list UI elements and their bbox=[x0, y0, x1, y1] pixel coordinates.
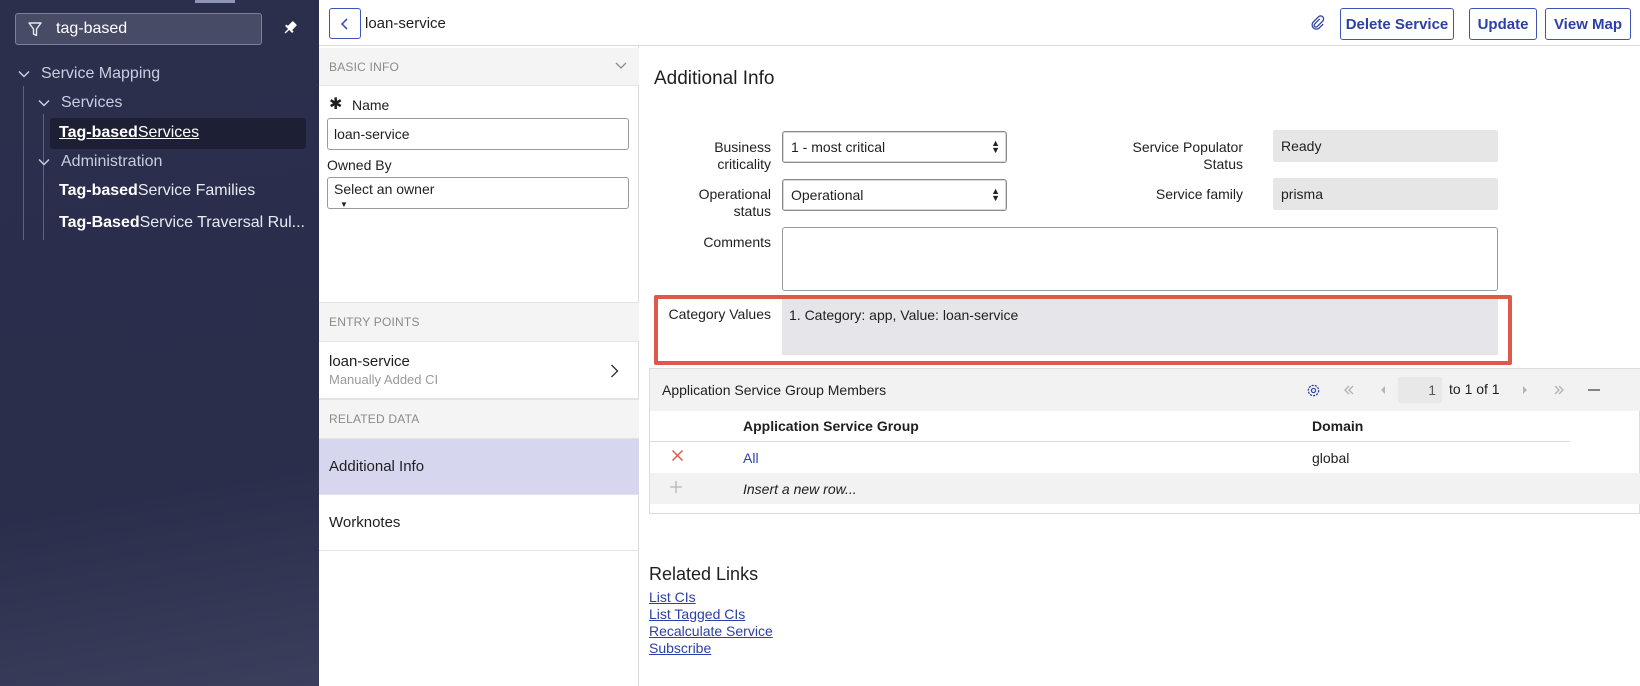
app-root: tag-based Service Mapping Services Tag-b… bbox=[0, 0, 1640, 686]
back-button[interactable] bbox=[329, 8, 361, 39]
comments-textarea[interactable] bbox=[782, 227, 1498, 291]
last-page-icon[interactable] bbox=[1552, 383, 1566, 397]
sidebar: tag-based Service Mapping Services Tag-b… bbox=[0, 0, 319, 686]
service-family-value: prisma bbox=[1273, 178, 1498, 210]
nav-additional-info[interactable]: Additional Info bbox=[319, 439, 639, 495]
chevron-down-icon bbox=[38, 99, 50, 107]
nav-tag-based-service-families[interactable]: Tag-based Service Families bbox=[59, 182, 255, 200]
next-page-icon[interactable] bbox=[1518, 383, 1532, 397]
nav-label-bold: Tag-based bbox=[59, 124, 138, 141]
related-list: Application Service Group Members 1 to 1… bbox=[649, 368, 1640, 514]
chevron-down-icon bbox=[38, 158, 50, 166]
tree-guide bbox=[43, 114, 44, 240]
chevron-right-icon bbox=[611, 364, 619, 378]
delete-row-icon[interactable] bbox=[671, 449, 684, 465]
service-populator-value: Ready bbox=[1273, 130, 1498, 162]
related-list-title: Application Service Group Members bbox=[662, 382, 887, 398]
name-field[interactable]: loan-service bbox=[327, 118, 629, 150]
business-criticality-label: Business criticality bbox=[714, 139, 771, 172]
attachment-icon[interactable] bbox=[1307, 13, 1327, 33]
nav-services[interactable]: Services bbox=[37, 94, 122, 112]
nav-label-bold: Tag-Based bbox=[59, 214, 140, 231]
domain-cell: global bbox=[1312, 450, 1350, 466]
service-family-label: Service family bbox=[1155, 186, 1243, 202]
prev-page-icon[interactable] bbox=[1376, 383, 1390, 397]
form-section-title: Additional Info bbox=[654, 68, 775, 89]
owner-select-value: Select an owner bbox=[334, 181, 435, 197]
select-arrows-icon: ▲ ▼ bbox=[991, 138, 1000, 155]
business-criticality-select[interactable]: 1 - most critical ▲ ▼ bbox=[782, 131, 1007, 163]
delete-service-button[interactable]: Delete Service bbox=[1340, 8, 1454, 40]
left-panel: BASIC INFO ✱ Name loan-service Owned By … bbox=[319, 46, 639, 686]
nav-worknotes[interactable]: Worknotes bbox=[319, 495, 639, 551]
name-label: Name bbox=[352, 97, 390, 113]
select-arrows-icon: ▲ ▼ bbox=[991, 186, 1000, 203]
nav-tag-based-traversal-rules[interactable]: Tag-Based Service Traversal Rul... bbox=[59, 214, 305, 232]
section-title: BASIC INFO bbox=[329, 59, 400, 74]
nav-label: Service Traversal Rul... bbox=[139, 214, 305, 231]
section-title: RELATED DATA bbox=[329, 412, 420, 426]
comments-label: Comments bbox=[703, 234, 771, 250]
record-title: loan-service bbox=[365, 15, 446, 32]
column-header-domain[interactable]: Domain bbox=[1312, 418, 1363, 434]
link-list-cis[interactable]: List CIs bbox=[649, 589, 696, 605]
table-row: All global bbox=[650, 442, 1640, 473]
update-button[interactable]: Update bbox=[1469, 8, 1537, 40]
plus-icon bbox=[669, 480, 683, 497]
entry-point-item[interactable]: loan-service Manually Added CI bbox=[319, 342, 639, 399]
entry-point-sub: Manually Added CI bbox=[329, 372, 439, 387]
tree-guide bbox=[23, 86, 24, 240]
nav-tag-based-services[interactable]: Tag-based Services bbox=[59, 124, 199, 142]
nav-label: Administration bbox=[61, 153, 163, 170]
basic-info-header[interactable]: BASIC INFO bbox=[319, 48, 639, 86]
link-subscribe[interactable]: Subscribe bbox=[649, 640, 711, 656]
related-data-header: RELATED DATA bbox=[319, 399, 639, 439]
select-value: 1 - most critical bbox=[791, 139, 886, 155]
page-number-input[interactable]: 1 bbox=[1398, 377, 1442, 403]
sidebar-tab-indicator bbox=[195, 0, 235, 3]
category-values-label: Category Values bbox=[668, 306, 771, 322]
operational-status-select[interactable]: Operational ▲ ▼ bbox=[782, 179, 1007, 211]
entry-point-name: loan-service bbox=[329, 353, 410, 370]
link-list-tagged-cis[interactable]: List Tagged CIs bbox=[649, 606, 745, 622]
pin-icon[interactable] bbox=[281, 19, 299, 37]
column-header-group[interactable]: Application Service Group bbox=[743, 418, 919, 434]
chevron-down-icon bbox=[615, 62, 627, 69]
related-list-header: Application Service Group Members 1 to 1… bbox=[650, 369, 1640, 411]
collapse-icon[interactable] bbox=[1587, 383, 1601, 397]
entry-points-header: ENTRY POINTS bbox=[319, 302, 639, 342]
operational-status-label: Operational status bbox=[698, 186, 771, 219]
chevron-left-icon bbox=[340, 17, 348, 30]
section-title: ENTRY POINTS bbox=[329, 315, 420, 329]
service-populator-label: Service Populator Status bbox=[1132, 139, 1243, 172]
nav-label: Service Families bbox=[137, 182, 256, 199]
insert-row-text: Insert a new row... bbox=[743, 481, 857, 497]
group-link[interactable]: All bbox=[743, 450, 759, 466]
owned-by-label: Owned By bbox=[327, 157, 392, 173]
caret-down-icon: ▼ bbox=[340, 200, 348, 209]
related-links-title: Related Links bbox=[649, 564, 759, 584]
navigator-filter-input[interactable]: tag-based bbox=[15, 13, 262, 45]
link-recalculate-service[interactable]: Recalculate Service bbox=[649, 623, 773, 639]
filter-text: tag-based bbox=[56, 20, 128, 37]
insert-row[interactable]: Insert a new row... bbox=[650, 473, 1640, 504]
form-header: loan-service Delete Service Update View … bbox=[319, 0, 1640, 46]
nav-label: Services bbox=[61, 94, 123, 111]
page-range: to 1 of 1 bbox=[1449, 381, 1500, 397]
required-icon: ✱ bbox=[329, 96, 343, 113]
category-values-field: 1. Category: app, Value: loan-service bbox=[782, 299, 1498, 355]
nav-label: Services bbox=[137, 124, 200, 141]
view-map-button[interactable]: View Map bbox=[1545, 8, 1631, 40]
nav-service-mapping[interactable]: Service Mapping bbox=[17, 65, 160, 83]
gear-icon[interactable] bbox=[1306, 383, 1320, 397]
nav-label: Service Mapping bbox=[41, 65, 161, 82]
filter-icon bbox=[28, 21, 50, 37]
chevron-down-icon bbox=[18, 70, 30, 78]
first-page-icon[interactable] bbox=[1342, 383, 1356, 397]
nav-administration[interactable]: Administration bbox=[37, 153, 162, 171]
select-value: Operational bbox=[791, 187, 864, 203]
owner-select[interactable]: Select an owner ▼ bbox=[327, 177, 629, 209]
main-form: Additional Info Business criticality 1 -… bbox=[639, 46, 1640, 686]
nav-label-bold: Tag-based bbox=[59, 182, 138, 199]
